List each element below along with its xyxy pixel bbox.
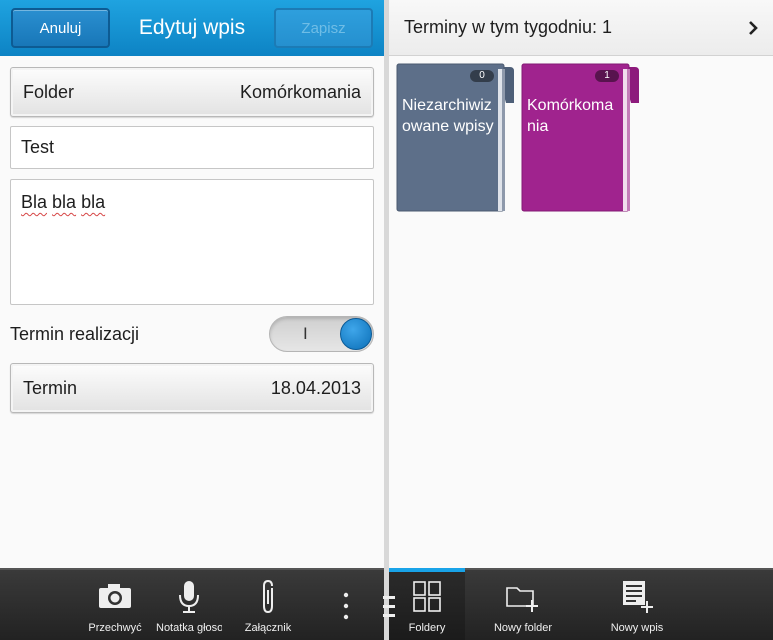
new-entry-action[interactable]: Nowy wpis [599,570,675,640]
folder-tile-unarchived[interactable]: 0 Niezarchiwizowane wpisy [396,63,516,213]
save-button[interactable]: Zapisz [274,8,373,48]
overflow-menu-button[interactable] [326,570,366,640]
toggle-knob[interactable] [340,318,372,350]
tab-folders-label: Foldery [408,622,446,634]
week-deadlines-text: Terminy w tym tygodniu: 1 [404,17,613,37]
overflow-menu-icon [343,592,349,620]
edit-action-bar: Przechwyć Notatka głosowa Załącznik [0,568,384,640]
microphone-icon [179,581,199,613]
capture-action-label: Przechwyć [88,622,142,634]
folder-count-badge: 1 [595,70,619,82]
folder-tile-komorkomania[interactable]: 1 Komórkomania [521,63,641,213]
title-bar: Anuluj Edytuj wpis Zapisz [0,0,384,56]
folder-picker-value: Komórkomania [239,81,361,102]
week-deadlines-header[interactable]: Terminy w tym tygodniu: 1 [389,0,773,56]
new-folder-action-label: Nowy folder [493,622,553,634]
deadline-date-picker[interactable]: Termin 18.04.2013 [10,363,374,413]
deadline-toggle-row: Termin realizacji I [10,316,374,352]
folders-panel: Terminy w tym tygodniu: 1 0 Niezarchiwiz… [389,0,773,640]
camera-icon [99,584,131,608]
deadline-date-value: 18.04.2013 [270,377,361,398]
chevron-right-icon [749,20,758,35]
edit-entry-panel: Anuluj Edytuj wpis Zapisz Folder Komórko… [0,0,384,640]
page-title: Edytuj wpis [138,16,246,39]
folder-picker[interactable]: Folder Komórkomania [10,67,374,117]
tab-folders[interactable]: Foldery [389,568,465,640]
folder-count-badge: 0 [470,70,494,82]
attachment-action-label: Załącznik [244,622,292,634]
cancel-button[interactable]: Anuluj [11,8,110,48]
new-folder-action[interactable]: Nowy folder [485,570,561,640]
folder-icon [396,63,514,212]
title-input-value: Test [21,137,55,157]
deadline-toggle[interactable]: I [269,316,374,352]
folder-icon [521,63,639,212]
new-entry-action-label: Nowy wpis [610,622,664,634]
attachment-action[interactable]: Załącznik [235,570,301,640]
body-textarea[interactable]: Bla bla bla [10,179,374,305]
body-word: bla [81,192,106,212]
capture-action[interactable]: Przechwyć [82,570,148,640]
deadline-toggle-label: Termin realizacji [10,323,140,344]
paperclip-icon [263,579,273,614]
new-folder-icon [506,587,538,612]
active-tab-indicator [389,568,465,572]
splitter-grip-icon[interactable] [383,594,395,620]
folders-grid-icon [413,581,441,612]
new-entry-icon [623,581,653,613]
folder-name: Niezarchiwizowane wpisy [402,97,494,135]
voice-note-action-label: Notatka głosowa [156,622,222,634]
voice-note-action[interactable]: Notatka głosowa [156,570,222,640]
folder-name: Komórkomania [527,97,614,135]
title-input[interactable]: Test [10,126,374,169]
deadline-date-label: Termin [23,377,78,398]
body-word: Bla [21,192,48,212]
folder-picker-label: Folder [23,81,75,102]
body-word: bla [52,192,77,212]
main-action-bar: Foldery Nowy folder Nowy wpis [389,568,773,640]
toggle-on-mark: I [303,324,308,343]
